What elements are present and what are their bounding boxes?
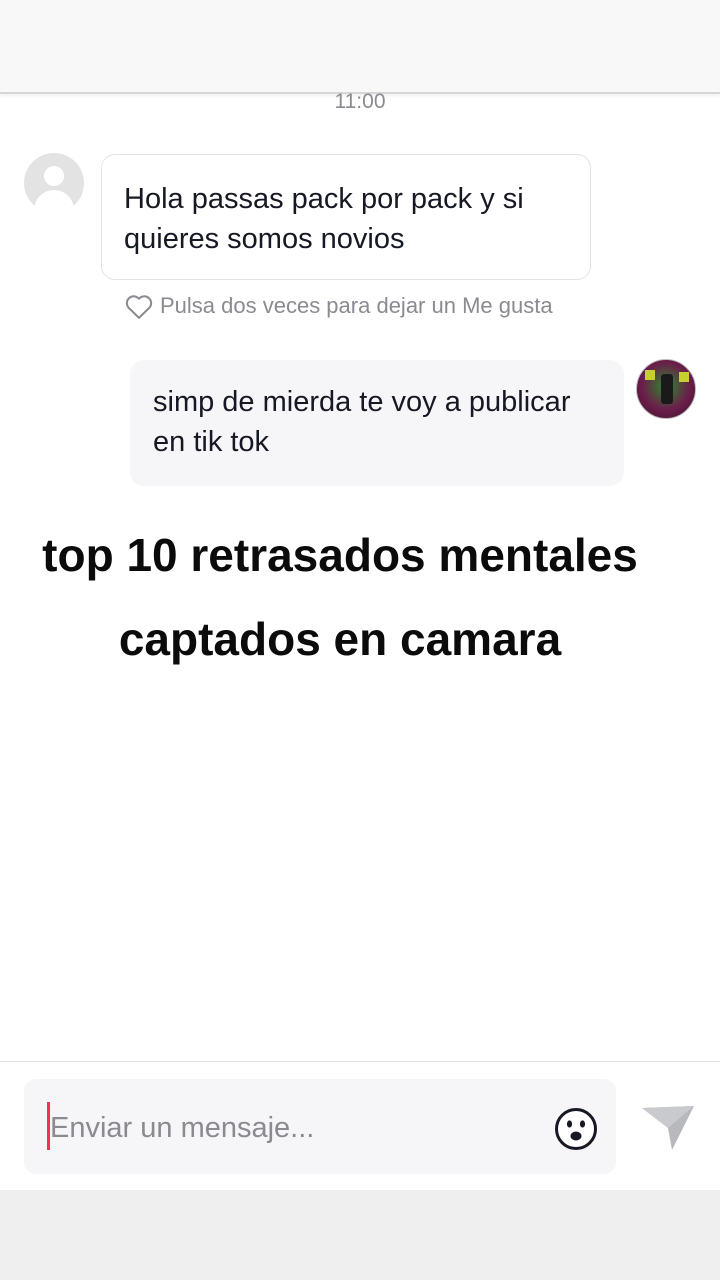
avatar-pixel-decoration [645,370,655,380]
outgoing-message-bubble[interactable]: simp de mierda te voy a publicar en tik … [130,360,624,486]
video-overlay-caption: top 10 retrasados mentales captados en c… [42,529,638,665]
send-arrow-icon[interactable] [640,1104,696,1152]
avatar-body [34,190,74,213]
bottom-bar [0,1190,720,1280]
heart-outline-icon [125,295,153,319]
incoming-message-bubble[interactable]: Hola passas pack por pack y si quieres s… [101,154,591,280]
emoji-smile-icon[interactable] [554,1107,598,1151]
message-input-placeholder: Enviar un mensaje... [50,1112,315,1144]
avatar-pixel-decoration [679,372,689,382]
like-hint-label: Pulsa dos veces para dejar un Me gusta [160,293,553,318]
top-bar [0,0,720,94]
like-hint[interactable]: Pulsa dos veces para dejar un Me gusta [124,290,553,322]
avatar-head [44,166,64,186]
sender-avatar[interactable] [24,153,84,213]
message-timestamp: 11:00 [334,90,386,113]
own-avatar[interactable] [636,359,696,419]
avatar-figure [661,374,673,404]
composer-divider [0,1061,720,1062]
